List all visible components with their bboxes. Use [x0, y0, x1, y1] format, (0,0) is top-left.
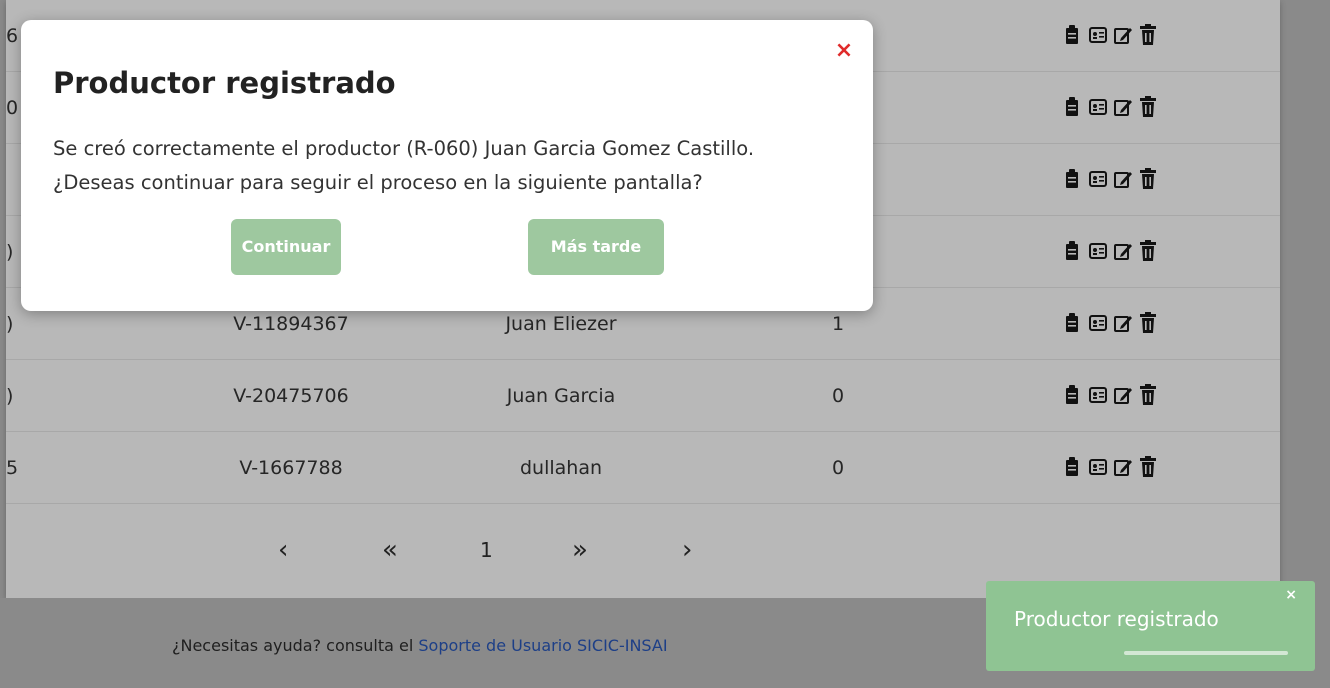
later-button[interactable]: Más tarde [528, 219, 664, 275]
trash-icon[interactable] [1139, 384, 1157, 406]
row-first-cell: 0 [6, 97, 19, 119]
edit-icon[interactable] [1114, 312, 1132, 334]
row-actions [1064, 240, 1157, 262]
id-card-icon[interactable] [1089, 456, 1107, 478]
row-first-cell: ) [6, 385, 14, 407]
row-first-cell: 5 [6, 457, 19, 479]
edit-icon[interactable] [1114, 96, 1132, 118]
toast-progress-bar [1124, 651, 1288, 655]
clipboard-icon[interactable] [1064, 168, 1082, 190]
row-first-cell [6, 144, 20, 216]
modal-title: Productor registrado [53, 66, 396, 100]
id-card-icon[interactable] [1089, 240, 1107, 262]
clipboard-icon[interactable] [1064, 384, 1082, 406]
row-cedula: V-20475706 [233, 385, 349, 407]
toast-notification: × Productor registrado [986, 581, 1315, 671]
id-card-icon[interactable] [1089, 312, 1107, 334]
id-card-icon[interactable] [1089, 24, 1107, 46]
row-count: 0 [832, 457, 845, 479]
row-first-cell: ) [6, 313, 14, 335]
row-name: Juan Garcia [506, 385, 616, 407]
row-actions [1064, 96, 1157, 118]
row-first-cell: 6 [6, 25, 19, 47]
row-actions [1064, 24, 1157, 46]
last-page-button[interactable]: » [572, 530, 588, 570]
id-card-icon[interactable] [1089, 384, 1107, 406]
modal-message: Se creó correctamente el productor (R-06… [53, 132, 843, 200]
trash-icon[interactable] [1139, 456, 1157, 478]
row-cedula: V-1667788 [239, 457, 343, 479]
edit-icon[interactable] [1114, 24, 1132, 46]
clipboard-icon[interactable] [1064, 240, 1082, 262]
close-icon[interactable]: × [833, 40, 855, 62]
continue-button[interactable]: Continuar [231, 219, 341, 275]
edit-icon[interactable] [1114, 240, 1132, 262]
prev-page-button[interactable]: ‹ [278, 530, 288, 570]
edit-icon[interactable] [1114, 456, 1132, 478]
clipboard-icon[interactable] [1064, 456, 1082, 478]
trash-icon[interactable] [1139, 96, 1157, 118]
modal-message-line: Se creó correctamente el productor (R-06… [53, 137, 755, 160]
row-count: 0 [832, 385, 845, 407]
first-page-button[interactable]: « [382, 530, 398, 570]
confirmation-modal: × Productor registrado Se creó correctam… [21, 20, 873, 311]
row-actions [1064, 456, 1157, 478]
toast-close-icon[interactable]: × [1285, 587, 1297, 603]
edit-icon[interactable] [1114, 168, 1132, 190]
edit-icon[interactable] [1114, 384, 1132, 406]
pagination: ‹ « 1 » › [6, 520, 1280, 580]
clipboard-icon[interactable] [1064, 312, 1082, 334]
support-link[interactable]: Soporte de Usuario SICIC-INSAI [418, 636, 667, 655]
row-first-cell: ) [6, 241, 14, 263]
toast-message: Productor registrado [1014, 607, 1219, 631]
help-text: ¿Necesitas ayuda? consulta el Soporte de… [172, 636, 668, 655]
trash-icon[interactable] [1139, 312, 1157, 334]
next-page-button[interactable]: › [682, 530, 692, 570]
trash-icon[interactable] [1139, 240, 1157, 262]
table-row: ) V-20475706 Juan Garcia 0 [6, 360, 1280, 432]
trash-icon[interactable] [1139, 24, 1157, 46]
trash-icon[interactable] [1139, 168, 1157, 190]
current-page[interactable]: 1 [480, 530, 493, 570]
row-name: dullahan [519, 457, 603, 479]
row-actions [1064, 168, 1157, 190]
table-row: 5 V-1667788 dullahan 0 [6, 432, 1280, 504]
id-card-icon[interactable] [1089, 168, 1107, 190]
modal-message-line: ¿Deseas continuar para seguir el proceso… [53, 171, 703, 194]
help-prefix: ¿Necesitas ayuda? consulta el [172, 636, 419, 655]
id-card-icon[interactable] [1089, 96, 1107, 118]
row-actions [1064, 384, 1157, 406]
row-actions [1064, 312, 1157, 334]
clipboard-icon[interactable] [1064, 24, 1082, 46]
clipboard-icon[interactable] [1064, 96, 1082, 118]
